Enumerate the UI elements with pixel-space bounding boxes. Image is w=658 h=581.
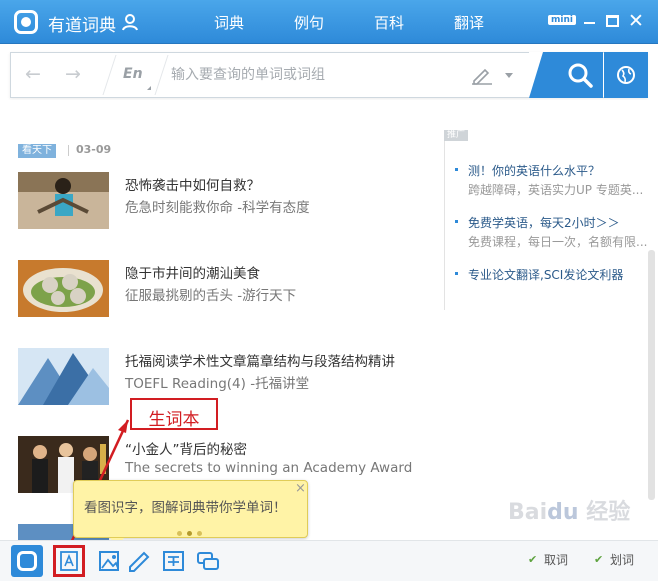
app-logo-icon — [14, 10, 38, 34]
chevron-down-icon[interactable] — [505, 73, 513, 78]
picture-dictionary-icon[interactable] — [94, 545, 126, 577]
feed-date: 03-09 — [76, 143, 112, 156]
promo-subtitle: 免费课程，每日一次，名额有限... — [468, 235, 648, 249]
feed-tag: 看天下 — [18, 144, 56, 158]
news-title[interactable]: 托福阅读学术性文章篇章结构与段落结构精讲 — [125, 350, 395, 370]
check-icon[interactable]: ✔ — [594, 553, 603, 566]
tab-dictionary[interactable]: 词典 — [191, 12, 267, 50]
web-search-button[interactable] — [604, 52, 648, 98]
language-selector[interactable]: En — [123, 66, 143, 82]
list-item[interactable]: 隐于市井间的潮汕美食 征服最挑剔的舌头 -游行天下 — [18, 260, 418, 320]
language-corner-icon — [147, 86, 151, 90]
search-button[interactable] — [529, 52, 603, 98]
news-title[interactable]: 隐于市井间的潮汕美食 — [125, 262, 260, 282]
app-title: 有道词典 — [48, 16, 116, 36]
list-item[interactable]: 托福阅读学术性文章篇章结构与段落结构精讲 TOEFL Reading(4) -托… — [18, 348, 418, 408]
handwriting-pen-icon[interactable] — [471, 65, 493, 85]
bullet-icon — [455, 272, 458, 275]
ad-tag: 推广 — [444, 130, 469, 141]
divider — [68, 145, 69, 156]
home-icon — [17, 551, 37, 571]
write-icon[interactable] — [124, 545, 156, 577]
capture-word-toggle[interactable]: 取词 — [544, 551, 568, 568]
globe-icon — [617, 66, 635, 84]
watermark: Baidu 经验 — [508, 500, 631, 525]
forward-arrow-icon[interactable]: → — [65, 63, 81, 85]
tooltip-pager[interactable] — [177, 521, 207, 540]
translate-icon[interactable] — [158, 545, 190, 577]
back-arrow-icon[interactable]: ← — [25, 63, 41, 85]
scrollbar[interactable] — [648, 250, 655, 500]
close-button[interactable]: ✕ — [628, 10, 644, 32]
bullet-icon — [455, 220, 458, 223]
tab-examples[interactable]: 例句 — [294, 12, 324, 33]
promo-title[interactable]: 专业论文翻译,SCI发论文利器 — [468, 266, 623, 283]
tab-translate[interactable]: 翻译 — [454, 12, 484, 33]
maximize-button[interactable] — [606, 15, 619, 27]
minimize-button[interactable] — [584, 22, 595, 24]
wordbook-button[interactable] — [53, 545, 85, 577]
news-title[interactable]: 恐怖袭击中如何自救？ — [125, 174, 260, 194]
chat-icon[interactable] — [192, 545, 224, 577]
bottom-toolbar: ✔ 取词 ✔ 划词 — [0, 540, 658, 581]
news-subtitle: The secrets to winning an Academy Award — [125, 460, 413, 476]
divider — [154, 55, 169, 95]
search-bar: ← → En — [10, 52, 648, 98]
title-bar: 有道词典 词典 例句 百科 翻译 mini ✕ — [0, 0, 658, 50]
tooltip-close-icon[interactable]: × — [295, 481, 306, 496]
news-subtitle: TOEFL Reading(4) -托福讲堂 — [125, 376, 310, 392]
news-title[interactable]: “小金人”背后的秘密 — [125, 438, 247, 458]
tab-encyclopedia[interactable]: 百科 — [374, 12, 404, 33]
promo-title[interactable]: 免费学英语，每天2小时＞＞ — [468, 214, 620, 231]
wordbook-icon — [60, 551, 78, 571]
promo-subtitle: 跨越障碍，英语实力UP 专题英... — [468, 183, 644, 197]
search-input[interactable] — [171, 63, 461, 87]
home-button[interactable] — [11, 545, 43, 577]
annotation-label: 生词本 — [130, 398, 218, 430]
divider — [102, 55, 117, 95]
news-thumbnail — [18, 260, 109, 317]
search-icon — [568, 63, 593, 88]
select-word-toggle[interactable]: 划词 — [610, 551, 634, 568]
user-icon[interactable] — [122, 13, 138, 31]
news-thumbnail — [18, 172, 109, 229]
tooltip: 看图识字，图解词典带你学单词！ × — [73, 480, 308, 547]
tooltip-text: 看图识字，图解词典带你学单词！ — [84, 500, 287, 516]
mini-mode-button[interactable]: mini — [548, 15, 576, 25]
annotation-text: 生词本 — [148, 410, 200, 430]
home-feed: 看天下 03-09 恐怖袭击中如何自救？ 危急时刻能救你命 -科学有态度 隐于市… — [0, 100, 658, 540]
list-item[interactable]: 恐怖袭击中如何自救？ 危急时刻能救你命 -科学有态度 — [18, 172, 418, 232]
news-subtitle: 征服最挑剔的舌头 -游行天下 — [125, 288, 297, 304]
bullet-icon — [455, 168, 458, 171]
promo-title[interactable]: 测！你的英语什么水平？ — [468, 162, 600, 179]
news-subtitle: 危急时刻能救你命 -科学有态度 — [125, 200, 310, 216]
divider — [444, 138, 445, 310]
news-thumbnail — [18, 348, 109, 405]
check-icon[interactable]: ✔ — [528, 553, 537, 566]
